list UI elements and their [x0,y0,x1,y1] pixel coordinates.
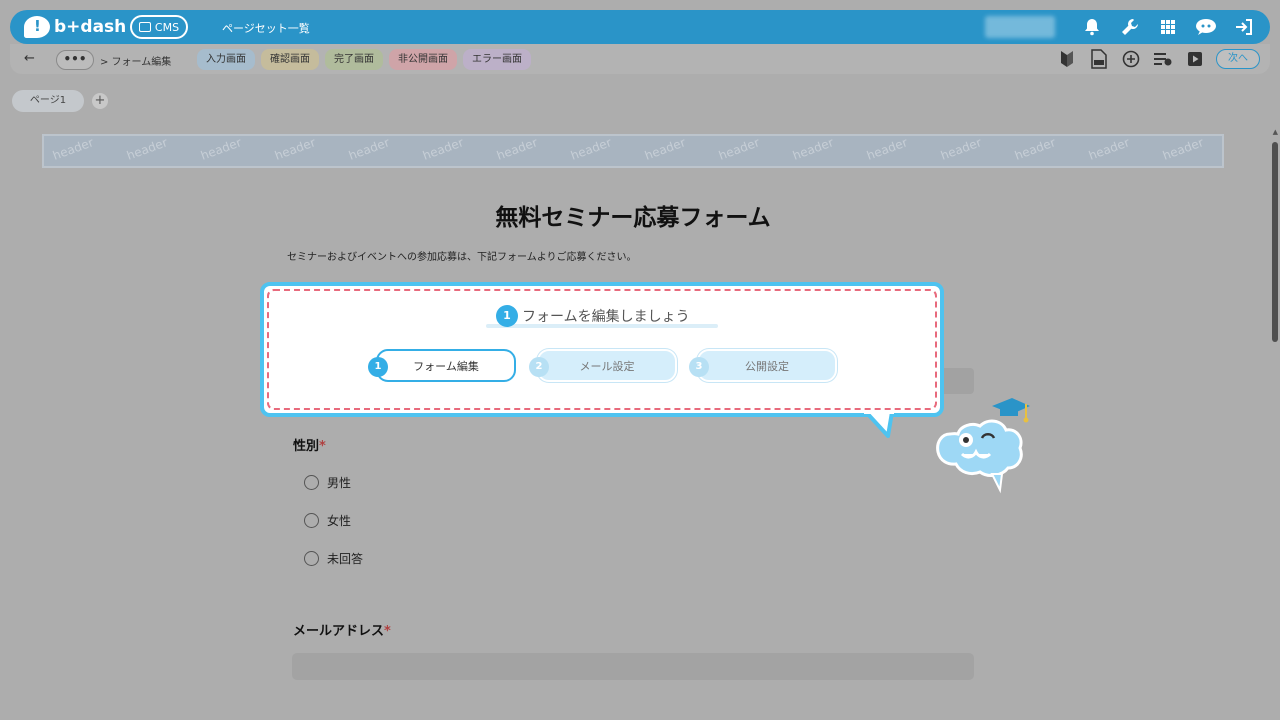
header-watermark: header [938,135,984,163]
logo-bubble-icon [24,16,50,38]
tab-input[interactable]: 入力画面 [197,49,255,70]
step-label: フォーム編集 [413,359,479,373]
header-block[interactable]: header header header header header header head… [42,134,1224,168]
radio-option-female[interactable]: 女性 [304,512,351,529]
header-watermark: header [494,135,540,163]
header-watermark: header [420,135,466,163]
email-label-text: メールアドレス [293,624,385,639]
cms-label: CMS [154,20,180,34]
plus-circle-icon[interactable] [1120,48,1142,70]
tab-confirm[interactable]: 確認画面 [261,49,319,70]
bell-icon[interactable] [1080,16,1104,38]
step-label: メール設定 [579,359,635,373]
gender-label: 性別* [293,435,326,454]
header-watermark: header [346,135,392,163]
next-button[interactable]: 次へ [1216,49,1260,69]
edit-icon [138,22,151,32]
tutorial-heading-text: フォームを編集しましょう [522,309,690,325]
user-info-blurred [985,16,1055,38]
tab-complete[interactable]: 完了画面 [325,49,383,70]
step-publish-settings[interactable]: 3 公開設定 [689,349,837,382]
editor-toolbar: ← ••• > フォーム編集 入力画面 確認画面 完了画面 非公開画面 エラー画面 次へ [10,44,1270,74]
play-icon[interactable] [1184,48,1206,70]
header-watermark: header [716,135,762,163]
tab-private[interactable]: 非公開画面 [389,49,457,70]
header-watermark: header [1086,135,1132,163]
email-label: メールアドレス* [293,620,391,639]
required-mark: * [384,624,391,639]
header-watermark: header [568,135,614,163]
list-settings-icon[interactable] [1152,48,1174,70]
header-watermark: header [50,135,96,163]
gender-label-text: 性別 [293,439,320,454]
header-watermark: header [1012,135,1058,163]
header-watermark: header [124,135,170,163]
callout-tail [864,410,894,438]
header-watermark: header [642,135,688,163]
radio-option-no-answer[interactable]: 未回答 [304,550,363,567]
tutorial-heading: 1 フォームを編集しましょう [496,305,690,327]
cms-switch-button[interactable]: CMS [130,15,188,39]
step-number: 3 [689,357,709,377]
step-number: 1 [368,357,388,377]
form-description: セミナーおよびイベントへの参加応募は、下記フォームよりご応募ください。 [287,252,637,263]
scroll-up-arrow-icon[interactable]: ▲ [1273,128,1278,136]
chat-icon[interactable] [1194,16,1218,38]
step-mail-settings[interactable]: 2 メール設定 [529,349,677,382]
page-tab-1[interactable]: ページ1 [12,90,84,112]
tab-error[interactable]: エラー画面 [463,49,531,70]
required-mark: * [319,439,326,454]
radio-button[interactable] [304,513,319,528]
wrench-icon[interactable] [1118,16,1142,38]
scrollbar-thumb[interactable] [1272,142,1278,342]
step-label: 公開設定 [745,359,789,373]
grid-icon[interactable] [1156,16,1180,38]
radio-option-male[interactable]: 男性 [304,474,351,491]
radio-label: 女性 [327,514,352,528]
header-watermark: header [790,135,836,163]
step-form-edit[interactable]: 1 フォーム編集 [368,349,516,382]
radio-button[interactable] [304,551,319,566]
form-title: 無料セミナー応募フォーム [495,205,771,231]
header-watermark: header [198,135,244,163]
html-file-icon[interactable] [1088,48,1110,70]
more-breadcrumb-button[interactable]: ••• [56,50,94,70]
step-number: 2 [529,357,549,377]
email-field[interactable] [292,653,974,680]
breadcrumb: > フォーム編集 [100,57,172,68]
logout-icon[interactable] [1232,16,1256,38]
back-button[interactable]: ← [24,51,35,66]
header-watermark: header [864,135,910,163]
beginner-mark-icon[interactable] [1056,48,1078,70]
header-watermark: header [272,135,318,163]
radio-label: 男性 [327,476,352,490]
page-set-list-link[interactable]: ページセット一覧 [222,20,310,36]
add-page-button[interactable]: + [92,93,108,109]
radio-label: 未回答 [327,552,364,566]
header-watermark: header [1160,135,1206,163]
logo-text: b+dash [54,17,127,37]
heading-number-badge: 1 [496,305,518,327]
top-nav-bar: b+dash CMS ページセット一覧 [10,10,1270,44]
radio-button[interactable] [304,475,319,490]
mascot-cloud-icon [936,398,1030,494]
app-logo[interactable]: b+dash [24,16,126,38]
